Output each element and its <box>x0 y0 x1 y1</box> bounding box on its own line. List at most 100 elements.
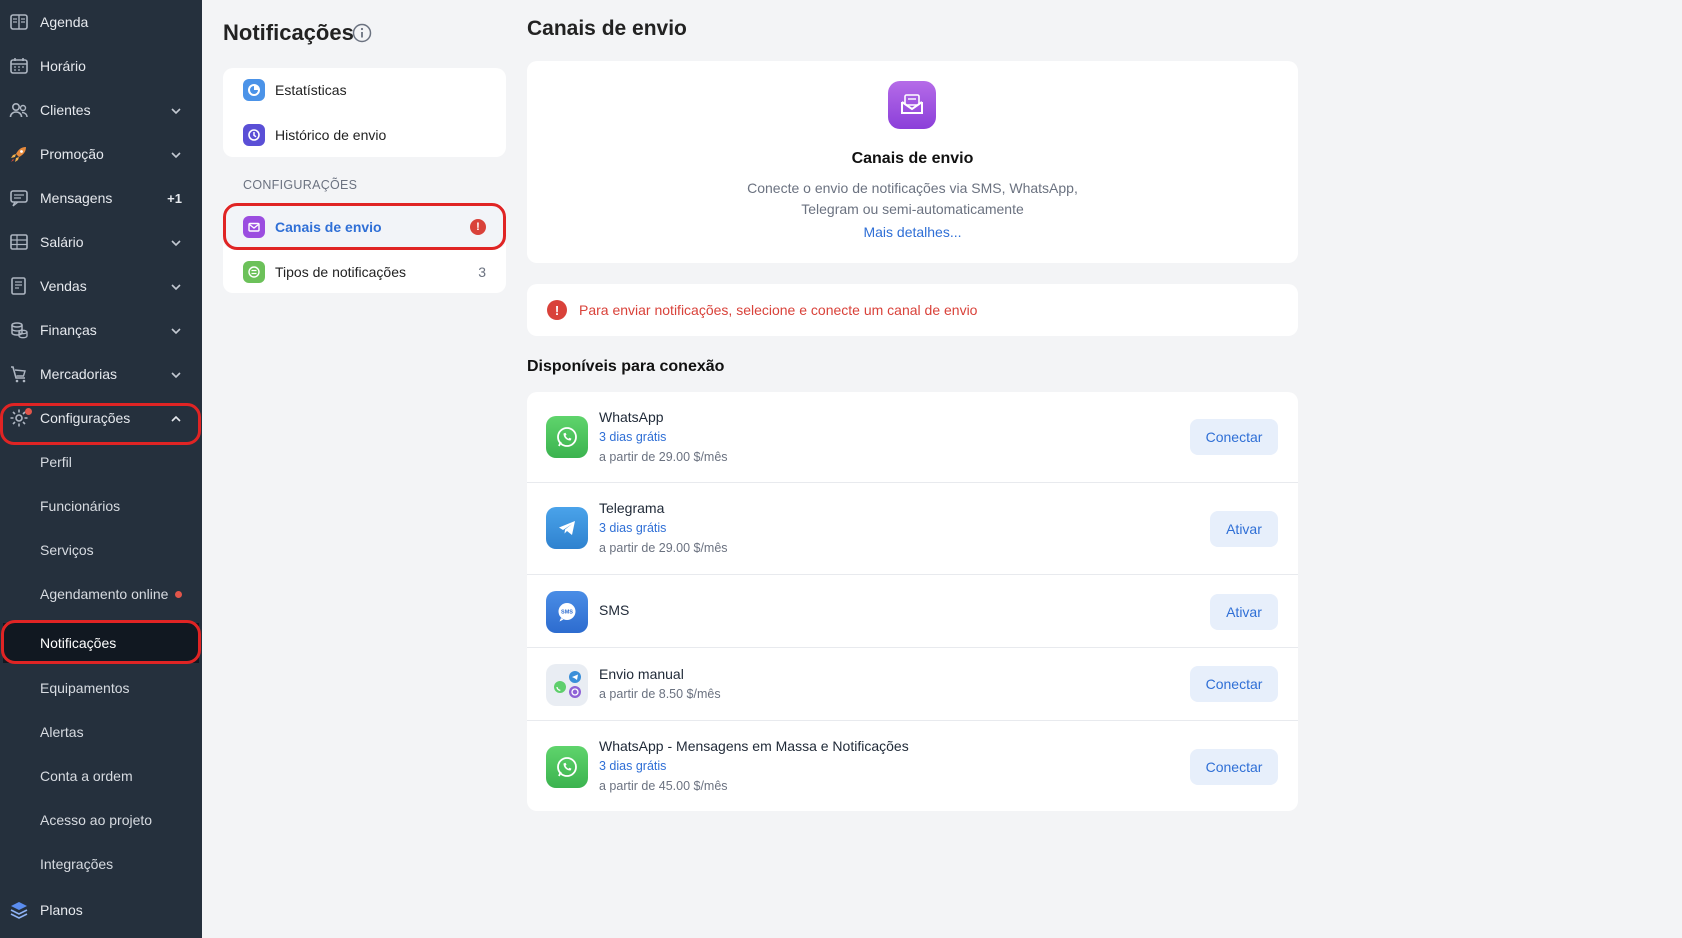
sidebar-item-horario[interactable]: Horário <box>0 44 202 88</box>
main-title: Canais de envio <box>527 17 687 40</box>
coins-icon <box>9 320 29 340</box>
chevron-down-icon[interactable] <box>170 104 182 116</box>
sidebar-subitem-label: Alertas <box>40 724 84 740</box>
whatsapp-icon <box>546 416 588 458</box>
sidebar-subitem-label: Integrações <box>40 856 114 872</box>
connect-button[interactable]: Conectar <box>1190 749 1278 785</box>
sidebar-item-label: Horário <box>40 58 86 74</box>
channel-name: Telegrama <box>599 500 665 516</box>
history-icon <box>243 124 265 146</box>
sidebar-item-label: Clientes <box>40 102 91 118</box>
activate-button[interactable]: Ativar <box>1210 594 1278 630</box>
sidebar-subitem-funcionarios[interactable]: Funcionários <box>0 484 202 528</box>
chevron-down-icon[interactable] <box>170 148 182 160</box>
chevron-down-icon[interactable] <box>170 280 182 292</box>
list-icon <box>243 261 265 283</box>
sidebar-item-agenda[interactable]: Agenda <box>0 0 202 44</box>
sidebar-subitem-perfil[interactable]: Perfil <box>0 440 202 484</box>
sidebar-item-vendas[interactable]: Vendas <box>0 264 202 308</box>
count-badge: 3 <box>478 264 486 280</box>
notification-dot <box>25 408 32 415</box>
menu-item-label: Tipos de notificações <box>275 264 406 280</box>
info-icon[interactable] <box>352 23 372 43</box>
whatsapp-icon <box>546 746 588 788</box>
connect-button[interactable]: Conectar <box>1190 666 1278 702</box>
hero-description: Conecte o envio de notificações via SMS,… <box>527 178 1298 220</box>
sidebar-subitem-agendamento-online[interactable]: Agendamento online <box>0 572 202 616</box>
channel-name: Envio manual <box>599 666 684 682</box>
menu-item-label: Canais de envio <box>275 219 382 235</box>
message-count-badge: +1 <box>167 190 182 206</box>
sidebar-item-label: Finanças <box>40 322 97 338</box>
alert-banner: ! Para enviar notificações, selecione e … <box>527 284 1298 336</box>
mail-icon <box>243 216 265 238</box>
menu-item-estatisticas[interactable]: Estatísticas <box>223 69 506 111</box>
rocket-icon <box>9 144 29 164</box>
sidebar-item-mercadorias[interactable]: Mercadorias <box>0 352 202 396</box>
sidebar-subitem-integracoes[interactable]: Integrações <box>0 842 202 886</box>
sidebar-item-label: Configurações <box>40 410 131 426</box>
sidebar-subitem-acesso-ao-projeto[interactable]: Acesso ao projeto <box>0 798 202 842</box>
alert-text: Para enviar notificações, selecione e co… <box>579 302 978 318</box>
sidebar-subitem-label: Perfil <box>40 454 72 470</box>
calendar-book-icon <box>9 12 29 32</box>
sidebar-item-clientes[interactable]: Clientes <box>0 88 202 132</box>
sidebar-item-promocao[interactable]: Promoção <box>0 132 202 176</box>
mail-icon <box>888 81 936 129</box>
sidebar-subitem-label: Conta a ordem <box>40 768 133 784</box>
sidebar-item-planos[interactable]: Planos <box>0 888 202 932</box>
channel-row-telegram: Telegrama 3 dias grátis a partir de 29.0… <box>527 483 1298 575</box>
page-title: Notificações <box>223 20 354 45</box>
menu-item-label: Estatísticas <box>275 82 347 98</box>
channel-trial: 3 dias grátis <box>599 430 667 444</box>
menu-item-canais-de-envio[interactable]: Canais de envio ! <box>223 206 506 248</box>
channel-name: WhatsApp - Mensagens em Massa e Notifica… <box>599 738 909 754</box>
sidebar-item-label: Mensagens <box>40 190 113 206</box>
sidebar-item-label: Vendas <box>40 278 87 294</box>
connect-button[interactable]: Conectar <box>1190 419 1278 455</box>
users-icon <box>9 100 29 120</box>
hero-title: Canais de envio <box>851 150 974 167</box>
sidebar-item-financas[interactable]: Finanças <box>0 308 202 352</box>
sidebar: Agenda Horário Clientes Promoção Mensage… <box>0 0 202 938</box>
cart-icon <box>9 364 29 384</box>
channel-price: a partir de 8.50 $/mês <box>599 687 721 701</box>
menu-item-tipos-de-notificacoes[interactable]: Tipos de notificações 3 <box>223 251 506 293</box>
sidebar-item-label: Agenda <box>40 14 89 30</box>
sales-icon <box>9 276 29 296</box>
sidebar-item-label: Promoção <box>40 146 104 162</box>
chevron-down-icon[interactable] <box>170 324 182 336</box>
sidebar-subitem-servicos[interactable]: Serviços <box>0 528 202 572</box>
sidebar-item-label: Salário <box>40 234 84 250</box>
notifications-config-menu: Canais de envio ! Tipos de notificações … <box>223 204 506 293</box>
channel-row-whatsapp: WhatsApp 3 dias grátis a partir de 29.00… <box>527 392 1298 483</box>
notification-dot <box>175 591 182 598</box>
channel-row-envio-manual: Envio manual a partir de 8.50 $/mês Cone… <box>527 648 1298 721</box>
stats-icon <box>243 79 265 101</box>
sidebar-subitem-label: Equipamentos <box>40 680 130 696</box>
chevron-down-icon[interactable] <box>170 368 182 380</box>
sidebar-subitem-equipamentos[interactable]: Equipamentos <box>0 666 202 710</box>
menu-item-historico-de-envio[interactable]: Histórico de envio <box>223 114 506 156</box>
channel-price: a partir de 29.00 $/mês <box>599 541 728 555</box>
activate-button[interactable]: Ativar <box>1210 511 1278 547</box>
menu-item-label: Histórico de envio <box>275 127 387 143</box>
channel-trial: 3 dias grátis <box>599 759 667 773</box>
more-details-link[interactable]: Mais detalhes... <box>527 224 1298 240</box>
channel-name: SMS <box>599 602 630 618</box>
sidebar-subitem-conta-a-ordem[interactable]: Conta a ordem <box>0 754 202 798</box>
hero-description-line: Conecte o envio de notificações via SMS,… <box>747 180 1078 196</box>
svg-text:SMS: SMS <box>561 610 573 616</box>
sidebar-subitem-notificacoes[interactable]: Notificações <box>3 623 199 663</box>
chevron-down-icon[interactable] <box>170 236 182 248</box>
chevron-up-icon[interactable] <box>170 412 182 424</box>
sidebar-subitem-alertas[interactable]: Alertas <box>0 710 202 754</box>
sidebar-item-configuracoes[interactable]: Configurações <box>0 396 202 440</box>
sidebar-item-mensagens[interactable]: Mensagens +1 <box>0 176 202 220</box>
sidebar-subitem-label: Acesso ao projeto <box>40 812 153 828</box>
sidebar-item-label: Mercadorias <box>40 366 118 382</box>
channel-row-sms: SMS SMS Ativar <box>527 575 1298 648</box>
alert-icon: ! <box>547 300 567 320</box>
alert-icon: ! <box>470 219 486 235</box>
sidebar-item-salario[interactable]: Salário <box>0 220 202 264</box>
